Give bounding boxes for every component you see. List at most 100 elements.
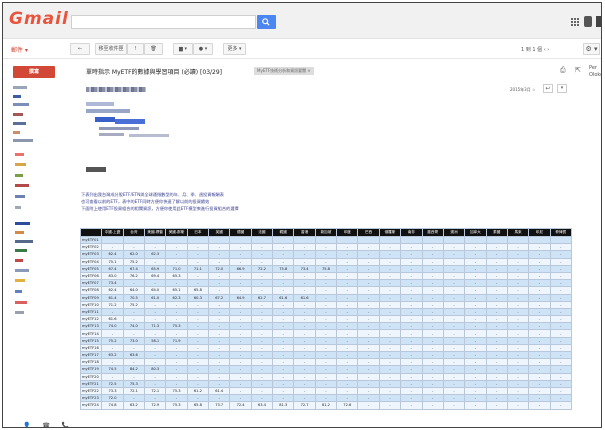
table-row: myETF21 72.5 75.3- - - - - - - - - - - - - - - - - - - - [79, 379, 573, 388]
sidebar-footer-icons[interactable]: 👤 ☎ 📞 [23, 422, 74, 427]
table-cell: - [506, 343, 530, 353]
table-cell: - [421, 401, 444, 410]
column-header: 美國-那斯 [165, 228, 188, 237]
apps-grid-icon[interactable] [571, 18, 579, 26]
table-cell: - [400, 307, 423, 317]
table-cell: - [208, 279, 231, 288]
delete-button[interactable]: 🗑 [144, 43, 163, 55]
table-cell: - [485, 329, 508, 338]
table-cell: 72.1 [122, 386, 146, 396]
table-cell: - [144, 300, 167, 309]
etf-performance-table: 中國-上證 台灣 美國-標普 美國-那斯 日本 英國 德國 法國 韓國 香港 新加坡 印度 巴西 俄羅斯南… [79, 228, 573, 410]
search-input[interactable] [71, 15, 256, 29]
table-cell: - [421, 394, 444, 403]
table-cell: - [464, 358, 487, 367]
table-cell: - [272, 365, 295, 374]
table-cell: - [229, 307, 252, 317]
table-cell: - [250, 350, 274, 360]
table-cell: - [336, 394, 359, 403]
sidebar-item[interactable] [15, 184, 29, 187]
move-to-inbox-button[interactable]: 移至收件匣 [95, 43, 127, 55]
table-cell: - [357, 271, 380, 281]
table-cell: - [528, 350, 551, 360]
sidebar-item[interactable] [15, 259, 23, 262]
table-cell: - [357, 250, 380, 259]
column-header: 英國 [208, 228, 231, 237]
sidebar-item[interactable] [15, 240, 33, 243]
sidebar-item[interactable] [13, 95, 21, 98]
table-cell [442, 235, 466, 245]
sidebar-item[interactable] [15, 222, 30, 225]
sidebar-item[interactable] [15, 249, 27, 252]
sidebar-item[interactable] [13, 103, 29, 106]
sidebar-item[interactable] [13, 139, 33, 142]
compose-button[interactable]: 撰寫 [13, 66, 55, 78]
table-cell: - [229, 336, 252, 345]
row-label: myETF18 [79, 358, 103, 367]
table-row: myETF11- - - - - - - - - - - - - - - - - - - - - - [79, 307, 573, 317]
pager[interactable]: 1 到 1 個 ‹ › [521, 46, 549, 53]
logo[interactable]: Gmail [9, 9, 68, 31]
sidebar-item[interactable] [15, 174, 23, 177]
contact-panel[interactable]: Per Oloko… [589, 65, 601, 125]
print-icon[interactable]: ⎙ [560, 66, 566, 75]
table-cell: - [421, 315, 444, 324]
sidebar-item[interactable] [15, 290, 22, 293]
move-to-button[interactable]: ▆ ▾ [173, 43, 193, 55]
sidebar-item[interactable] [13, 131, 20, 134]
table-cell: - [272, 329, 295, 338]
table-cell: - [293, 286, 316, 295]
new-window-icon[interactable]: ⇱ [575, 66, 581, 74]
table-cell: - [272, 336, 295, 345]
sidebar-item[interactable] [15, 153, 24, 156]
spam-button[interactable]: ! [127, 43, 144, 55]
sidebar-item[interactable] [15, 195, 25, 198]
search-button[interactable] [257, 15, 276, 29]
table-cell: - [186, 315, 210, 324]
table-cell: - [250, 322, 274, 331]
table-cell: - [378, 322, 402, 331]
table-cell: - [272, 300, 295, 309]
table-cell: - [549, 293, 573, 302]
label-tag[interactable]: MyETF技術分析和資訊要聞 × [254, 67, 314, 75]
table-cell: - [528, 379, 551, 388]
table-cell: - [464, 394, 487, 403]
sidebar-item[interactable] [15, 279, 25, 282]
sender-name[interactable] [86, 87, 146, 92]
reply-button[interactable]: ↩ [543, 84, 553, 93]
sidebar-item[interactable] [13, 86, 27, 89]
table-cell: - [144, 372, 167, 381]
labels-button[interactable]: ● ▾ [193, 43, 213, 55]
sidebar-item[interactable] [15, 269, 29, 272]
table-cell: - [549, 401, 573, 410]
row-label: myETF02 [79, 243, 103, 252]
settings-button[interactable]: ⚙ ▾ [583, 43, 600, 55]
back-button[interactable]: ← [70, 43, 90, 55]
sidebar-item[interactable] [13, 113, 23, 116]
more-button[interactable]: 更多 ▾ [223, 43, 246, 55]
table-cell: - [528, 250, 551, 259]
table-row: myETF05 67.4 67.4 65.9 71.0 71.1 72.0 66.9 72.2 7… [79, 264, 573, 273]
table-cell: - [400, 394, 423, 403]
sidebar-item[interactable] [15, 163, 26, 166]
sidebar-item[interactable] [15, 311, 24, 314]
table-row: myETF22 73.3 72.1 72.1 75.3 61.2 61.4- - - - - - - - -… [79, 386, 573, 396]
notification-icon[interactable] [584, 16, 592, 27]
table-cell: - [336, 250, 359, 259]
sidebar-item[interactable] [15, 231, 24, 234]
sidebar-item[interactable] [15, 206, 21, 209]
row-label: myETF17 [79, 350, 103, 360]
sidebar-item[interactable] [15, 301, 27, 304]
table-cell: 73.4 [293, 264, 316, 273]
avatar[interactable] [596, 16, 601, 27]
table-cell: - [378, 250, 402, 259]
table-cell: - [293, 365, 316, 374]
row-label: myETF20 [79, 372, 103, 381]
table-cell: - [293, 386, 316, 396]
sidebar-item[interactable] [13, 122, 26, 125]
table-cell: - [250, 358, 274, 367]
table-cell: 75.3 [165, 322, 188, 331]
mail-dropdown[interactable]: 郵件 ▾ [11, 45, 28, 54]
more-actions-button[interactable]: ▾ [557, 84, 567, 93]
table-cell: - [442, 307, 466, 317]
